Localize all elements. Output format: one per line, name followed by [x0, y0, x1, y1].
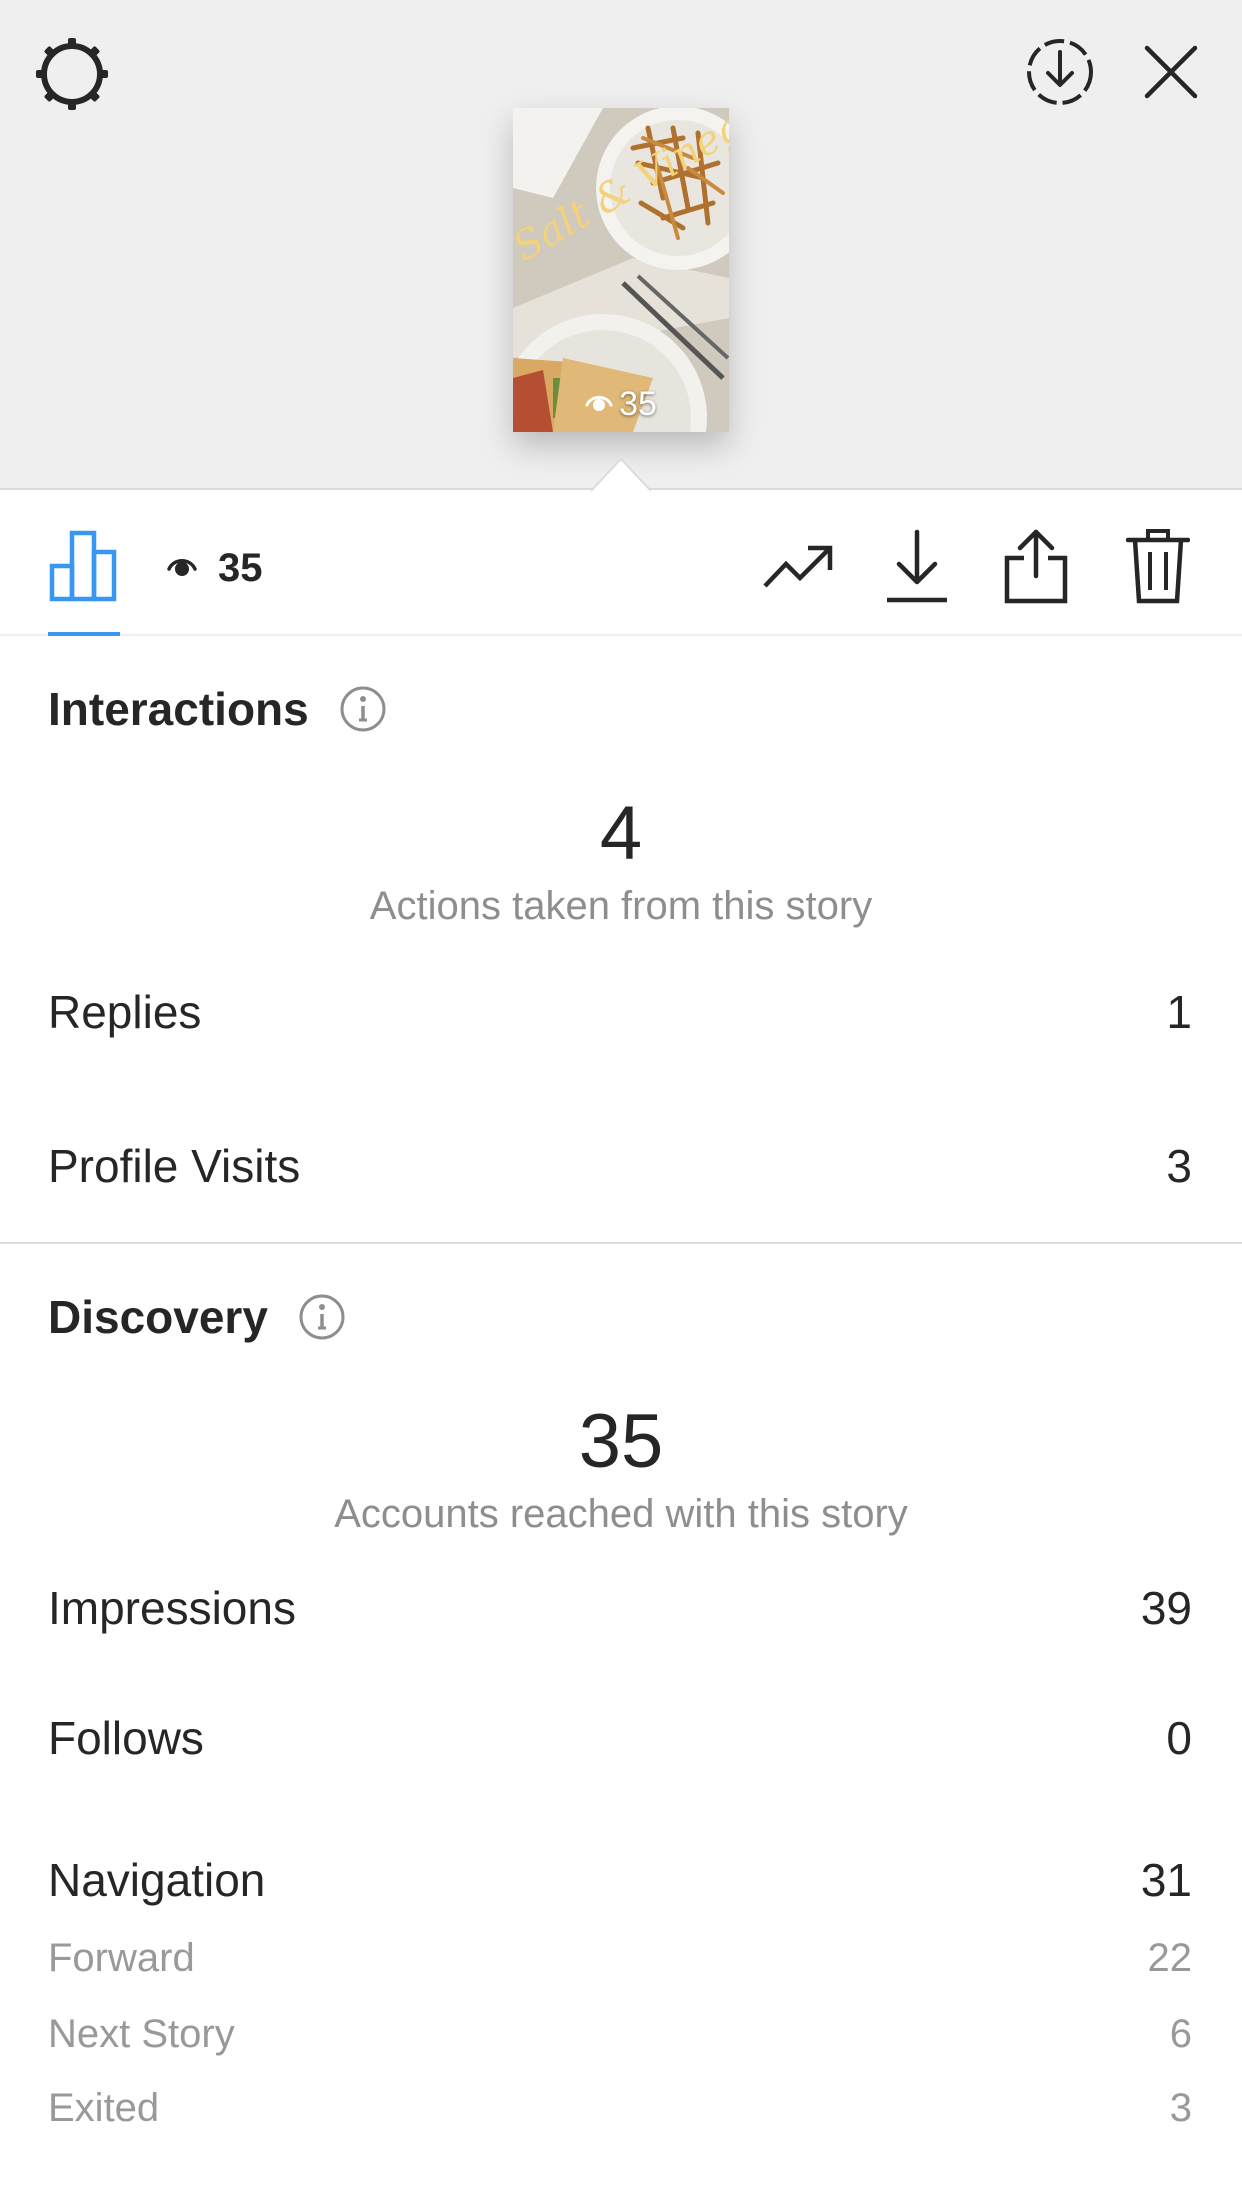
- stat-label: Replies: [48, 986, 202, 1038]
- story-thumbnail[interactable]: Salt & Vinegar 35: [513, 108, 729, 432]
- stat-subrow-exited: Exited 3: [48, 2082, 1192, 2134]
- interactions-caption: Actions taken from this story: [369, 884, 873, 928]
- share-icon[interactable]: [998, 528, 1074, 604]
- discovery-total: 35: [578, 1399, 664, 1484]
- discovery-caption: Accounts reached with this story: [334, 1492, 908, 1536]
- stat-subrow-forward: Forward 22: [48, 1932, 1192, 1984]
- story-toolbar: 35: [0, 492, 1242, 636]
- bar-chart-icon[interactable]: [46, 528, 122, 604]
- stat-row-follows: Follows 0: [48, 1708, 1192, 1768]
- discovery-header: Discovery: [48, 1290, 346, 1344]
- stat-value: 6: [1169, 2011, 1192, 2056]
- story-preview-area: Salt & Vinegar 35: [0, 0, 1242, 492]
- stat-row-impressions: Impressions 39: [48, 1578, 1192, 1638]
- stat-label: Navigation: [48, 1854, 266, 1906]
- stat-subrow-next-story: Next Story 6: [48, 2008, 1192, 2060]
- trend-up-icon[interactable]: [760, 528, 836, 604]
- trash-icon[interactable]: [1120, 528, 1196, 604]
- info-icon[interactable]: [339, 685, 387, 733]
- interactions-title: Interactions: [48, 683, 309, 735]
- interactions-header: Interactions: [48, 682, 387, 736]
- stat-value: 22: [1147, 1935, 1193, 1980]
- story-view-count: 35: [513, 385, 729, 424]
- viewers-button[interactable]: 35: [166, 538, 263, 598]
- story-view-count-value: 35: [619, 385, 657, 423]
- download-icon[interactable]: [880, 528, 954, 604]
- discovery-title: Discovery: [48, 1291, 268, 1343]
- section-divider: [0, 1242, 1242, 1244]
- stat-label: Follows: [48, 1712, 204, 1764]
- stat-label: Exited: [48, 2085, 160, 2130]
- preview-pointer: [591, 457, 651, 492]
- stat-value: 3: [1166, 1140, 1192, 1192]
- eye-icon: [166, 546, 198, 591]
- interactions-total: 4: [599, 791, 643, 876]
- stat-row-navigation: Navigation 31: [48, 1850, 1192, 1910]
- insights-tab-indicator: [48, 632, 120, 636]
- close-icon[interactable]: [1135, 36, 1207, 108]
- settings-icon[interactable]: [30, 32, 114, 116]
- stat-value: 3: [1169, 2085, 1192, 2130]
- info-icon[interactable]: [298, 1293, 346, 1341]
- stat-label: Next Story: [48, 2011, 235, 2056]
- stat-label: Profile Visits: [48, 1140, 301, 1192]
- stat-value: 0: [1166, 1712, 1192, 1764]
- stat-label: Forward: [48, 1935, 195, 1980]
- stat-row-replies: Replies 1: [48, 982, 1192, 1042]
- stat-value: 1: [1166, 986, 1192, 1038]
- stat-label: Impressions: [48, 1582, 296, 1634]
- stat-value: 39: [1140, 1582, 1192, 1634]
- viewers-count-value: 35: [218, 545, 263, 590]
- eye-icon: [585, 385, 613, 424]
- download-circle-icon[interactable]: [1020, 32, 1100, 112]
- stat-row-profile-visits: Profile Visits 3: [48, 1136, 1192, 1196]
- stat-value: 31: [1140, 1854, 1192, 1906]
